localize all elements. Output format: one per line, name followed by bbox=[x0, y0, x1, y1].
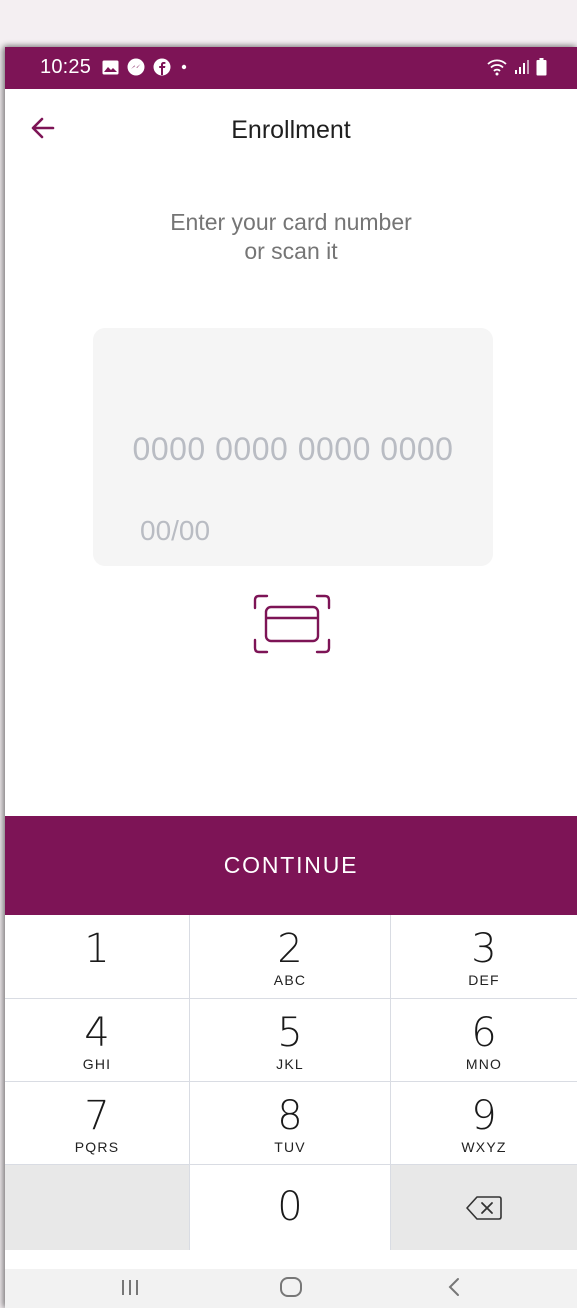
back-nav-button[interactable] bbox=[443, 1275, 467, 1304]
key-letters: MNO bbox=[465, 1056, 503, 1072]
key-8[interactable]: 8 TUV bbox=[190, 1082, 391, 1165]
status-time: 10:25 bbox=[40, 56, 92, 78]
key-empty bbox=[5, 1165, 190, 1250]
page-title: Enrollment bbox=[231, 116, 351, 144]
key-digit: 7 bbox=[84, 1093, 110, 1139]
key-digit: 1 bbox=[84, 926, 110, 972]
key-digit: 9 bbox=[471, 1093, 497, 1139]
key-digit: 6 bbox=[471, 1010, 497, 1056]
card-expiry-input[interactable]: 00/00 bbox=[140, 515, 210, 547]
key-digit: 4 bbox=[84, 1010, 110, 1056]
system-icons bbox=[486, 58, 547, 76]
key-1[interactable]: 1 bbox=[5, 915, 190, 999]
back-nav-icon bbox=[448, 1278, 459, 1296]
key-7[interactable]: 7 PQRS bbox=[5, 1082, 190, 1165]
key-letters: DEF bbox=[468, 972, 500, 988]
messenger-icon bbox=[127, 58, 145, 76]
image-icon bbox=[102, 60, 119, 74]
phone-screen: 10:25 Enrollment Enter your card number … bbox=[5, 47, 577, 1308]
backspace-key[interactable] bbox=[391, 1165, 577, 1250]
instruction-line-2: or scan it bbox=[244, 238, 338, 264]
battery-icon bbox=[536, 58, 547, 76]
dot-icon bbox=[181, 64, 187, 70]
instruction-text: Enter your card number or scan it bbox=[5, 208, 577, 266]
facebook-icon bbox=[153, 58, 171, 76]
key-digit: 3 bbox=[471, 926, 497, 972]
key-digit: 0 bbox=[277, 1184, 303, 1230]
key-6[interactable]: 6 MNO bbox=[391, 999, 577, 1082]
key-2[interactable]: 2 ABC bbox=[190, 915, 391, 999]
key-letters: WXYZ bbox=[461, 1139, 507, 1155]
key-digit: 8 bbox=[277, 1093, 303, 1139]
system-nav-bar bbox=[5, 1269, 577, 1308]
key-digit: 2 bbox=[277, 926, 303, 972]
key-0[interactable]: 0 bbox=[190, 1165, 391, 1250]
scan-card-button[interactable] bbox=[252, 593, 332, 655]
wifi-icon bbox=[487, 59, 507, 76]
key-letters: JKL bbox=[276, 1056, 304, 1072]
key-digit: 5 bbox=[277, 1010, 303, 1056]
status-bar: 10:25 bbox=[5, 47, 577, 89]
numeric-keypad: 1 2 ABC 3 DEF 4 GHI 5 JKL 6 MNO 7 PQRS 8… bbox=[5, 915, 577, 1250]
card-input-box: 0000 0000 0000 0000 00/00 bbox=[93, 328, 493, 566]
instruction-line-1: Enter your card number bbox=[170, 209, 412, 235]
key-letters: TUV bbox=[274, 1139, 306, 1155]
home-icon bbox=[280, 1277, 302, 1297]
backspace-icon bbox=[466, 1196, 502, 1220]
continue-button[interactable]: CONTINUE bbox=[5, 816, 577, 915]
key-letters: GHI bbox=[82, 1056, 112, 1072]
key-letters: ABC bbox=[273, 972, 307, 988]
key-4[interactable]: 4 GHI bbox=[5, 999, 190, 1082]
recent-apps-button[interactable] bbox=[118, 1275, 142, 1304]
app-bar: Enrollment bbox=[5, 89, 577, 169]
notification-icons bbox=[102, 58, 189, 76]
key-5[interactable]: 5 JKL bbox=[190, 999, 391, 1082]
key-letters: PQRS bbox=[74, 1139, 120, 1155]
card-number-input[interactable]: 0000 0000 0000 0000 bbox=[93, 431, 493, 468]
key-9[interactable]: 9 WXYZ bbox=[391, 1082, 577, 1165]
recent-apps-icon bbox=[122, 1280, 138, 1295]
card-scan-icon bbox=[253, 594, 331, 654]
signal-icon bbox=[515, 60, 529, 74]
key-3[interactable]: 3 DEF bbox=[391, 915, 577, 999]
home-button[interactable] bbox=[279, 1275, 303, 1304]
